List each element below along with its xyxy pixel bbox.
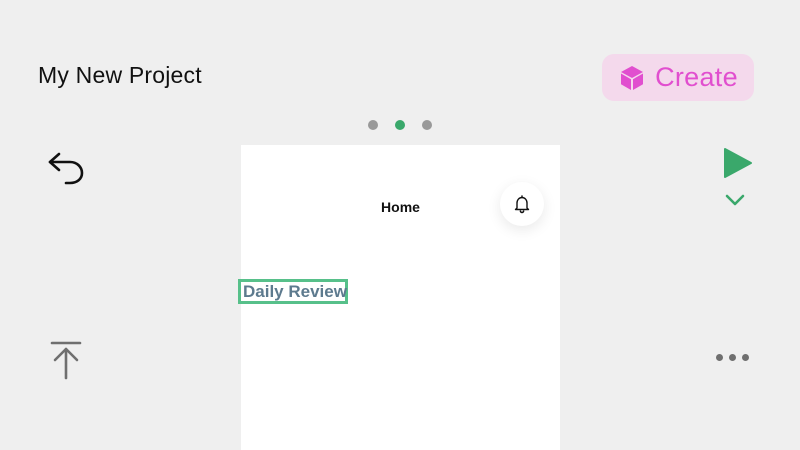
more-dot: [716, 354, 723, 361]
cube-icon: [621, 65, 644, 90]
chevron-down-icon[interactable]: [724, 193, 746, 207]
page-dot[interactable]: [368, 120, 378, 130]
more-icon[interactable]: [716, 354, 749, 361]
play-icon[interactable]: [722, 146, 754, 180]
undo-icon[interactable]: [46, 148, 86, 186]
selected-text-element[interactable]: Daily Review: [238, 279, 348, 304]
project-title: My New Project: [38, 62, 202, 88]
more-dot: [742, 354, 749, 361]
more-dot: [729, 354, 736, 361]
upload-to-top-icon[interactable]: [49, 340, 83, 380]
page-indicator: [368, 120, 432, 130]
create-button[interactable]: Create: [602, 54, 754, 101]
bell-icon: [514, 195, 530, 214]
page-dot-active[interactable]: [395, 120, 405, 130]
page-dot[interactable]: [422, 120, 432, 130]
create-label: Create: [655, 62, 738, 92]
notification-button[interactable]: [500, 182, 544, 226]
